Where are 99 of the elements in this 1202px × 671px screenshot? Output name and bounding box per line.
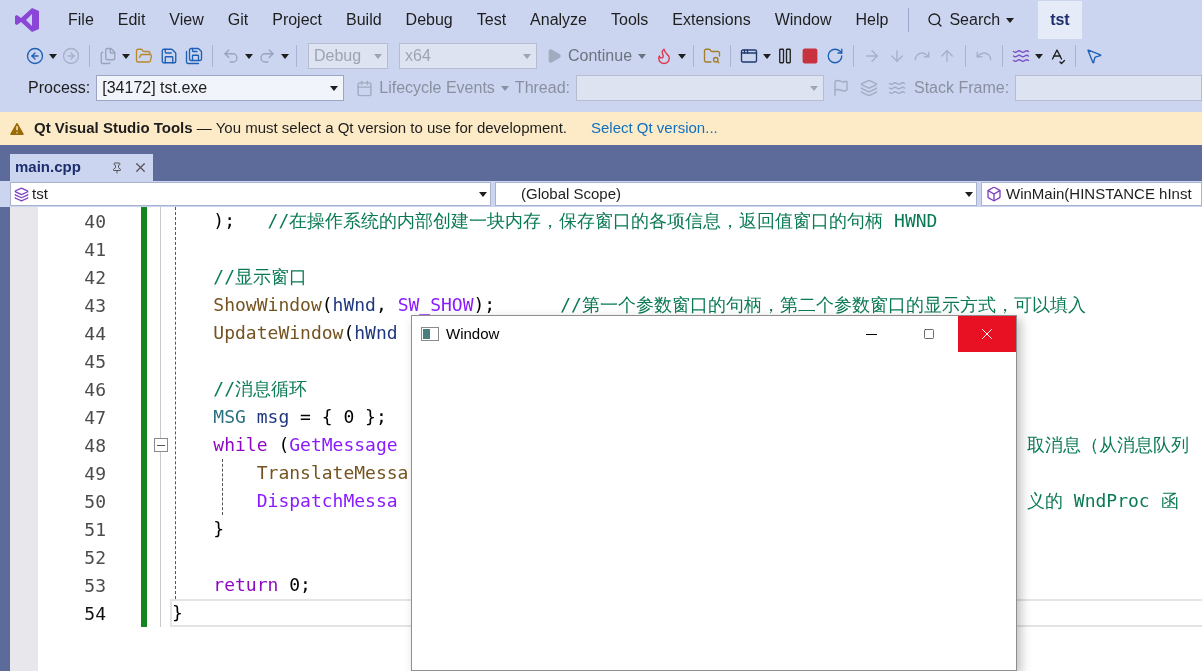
code-token: ); [473,293,496,317]
line-number: 50 [84,489,106,514]
calendar-icon [356,79,374,97]
code-token: ( [343,321,355,345]
code-token: msg [256,405,290,429]
solution-name: tst [1038,1,1082,39]
code-token: SW_SHOW [397,293,474,317]
caret-icon [523,53,531,59]
code-token: 0; [289,573,311,597]
pin-icon[interactable] [110,161,123,174]
line-number: 49 [84,461,106,486]
code-token: UpdateWindow [213,321,344,345]
logo-icon [14,7,40,33]
code-token: return [213,573,279,597]
code-token: 取消息（从消息队列 [1027,433,1189,457]
line-number: 47 [84,405,106,430]
line-number: 40 [84,209,106,234]
thread-label: Thread: [514,78,570,98]
code-token: //消息循环 [213,377,308,401]
menu-item[interactable]: Extensions [660,4,763,36]
menu-item[interactable]: Git [215,4,261,36]
maximize-icon [923,328,935,340]
code-token: 义的 WndProc 函 [1027,489,1179,513]
code-token: //在操作系统的内部创建一块内存，保存窗口的各项信息，返回值窗口的句柄 HWND [267,209,938,233]
line-number: 45 [84,349,106,374]
window-title: Window [446,323,500,344]
line-number: 51 [84,517,106,542]
caret-icon[interactable] [1035,53,1044,59]
menu-item[interactable]: Tools [599,4,661,36]
code-token: hWnd [354,321,398,345]
indent-guide [222,459,223,515]
code-token: //显示窗口 [213,265,308,289]
menu-item[interactable]: Debug [393,4,465,36]
caret-icon[interactable] [122,53,130,59]
search-button[interactable]: Search [917,8,1025,32]
caret-icon [500,85,509,91]
menu-item[interactable]: File [56,4,106,36]
collapse-icon[interactable] [154,438,168,452]
code-token: while [213,433,268,457]
code-token: DispatchMessa [256,489,398,513]
scope-dropdown[interactable]: (Global Scope) [495,182,977,206]
caret-icon [330,85,339,91]
code-token: TranslateMessa [256,461,409,485]
menu-item[interactable]: Build [334,4,394,36]
line-number: 42 [84,265,106,290]
code-token: //第一个参数窗口的句柄，第二个参数窗口的显示方式，可以填入 [560,293,1086,317]
code-token: ( [278,433,290,457]
line-number: 52 [84,545,106,570]
caret-icon[interactable] [281,53,289,59]
info-message: Qt Visual Studio Tools — You must select a Qt version to use for development. [34,118,567,139]
member-dropdown[interactable]: WinMain(HINSTANCE hInst [981,182,1202,206]
app-icon [421,327,439,341]
search-icon [927,12,944,28]
caret-icon [374,53,382,59]
save-all-icon[interactable] [183,45,205,67]
line-number: 41 [84,237,106,262]
project-dropdown[interactable]: tst [10,182,491,206]
process-dropdown[interactable]: [34172] tst.exe [96,75,345,101]
code-token: hWnd [332,293,376,317]
code-token: ); [213,209,236,233]
menu-item[interactable]: Help [843,4,901,36]
line-number: 46 [84,377,106,402]
caret-icon [810,85,818,91]
document-tab[interactable]: main.cpp [10,154,153,181]
layers-icon [14,186,29,202]
caret-icon[interactable] [245,53,253,59]
stack-frame-label: Stack Frame: [914,78,1010,98]
line-number: 48 [84,433,106,458]
code-token: } [172,601,183,625]
line-number: 54 [84,601,106,626]
caret-icon [965,191,973,197]
caret-icon [1006,17,1015,23]
line-number: 43 [84,293,106,318]
code-token: MSG [213,405,246,429]
menu-item[interactable]: Test [464,4,519,36]
menu-item[interactable]: Edit [105,4,158,36]
line-number: 53 [84,573,106,598]
process-label: Process: [28,78,91,98]
caret-icon[interactable] [678,53,687,59]
select-qt-version-link[interactable]: Select Qt version... [591,117,718,140]
minimize-icon [865,333,877,335]
menu-item[interactable]: Analyze [518,4,599,36]
caret-icon[interactable] [49,53,57,59]
menu-item[interactable]: Window [762,4,844,36]
cube-icon [986,186,1002,202]
back-icon[interactable] [24,45,46,67]
caret-icon [479,191,487,197]
code-token: GetMessage [289,433,398,457]
menu-item[interactable]: Project [260,4,334,36]
code-token: = { 0 }; [300,405,387,429]
code-token: } [213,517,225,541]
code-token: ShowWindow [213,293,322,317]
caret-icon [638,53,647,59]
play-icon [546,48,562,64]
line-number: 44 [84,321,106,346]
code-token: , [375,293,387,317]
caret-icon[interactable] [763,53,772,59]
menu-item[interactable]: View [157,4,216,36]
code-token: ( [321,293,333,317]
